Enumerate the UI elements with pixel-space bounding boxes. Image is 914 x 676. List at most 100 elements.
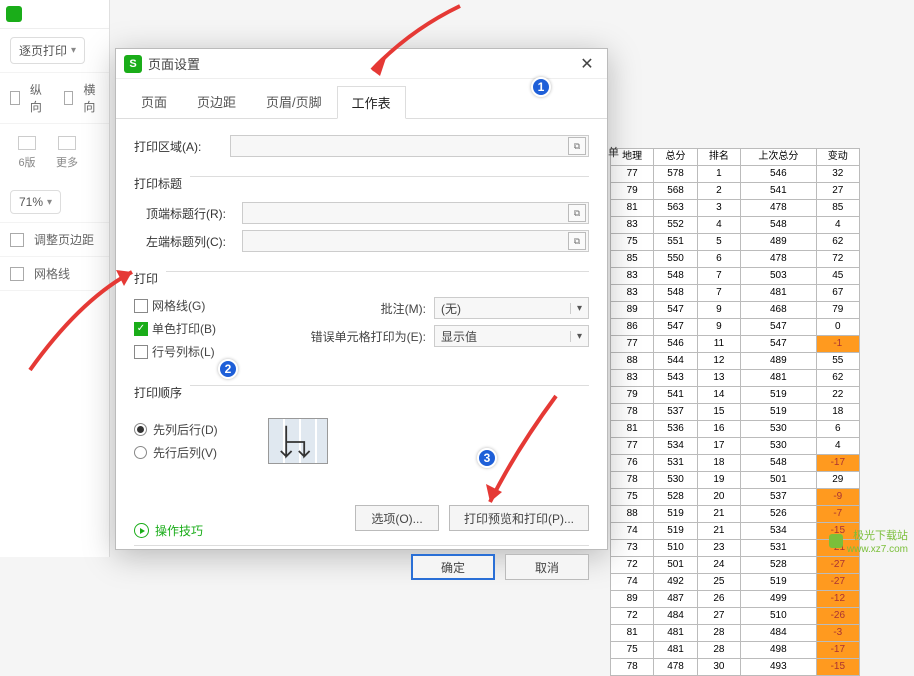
table-cell: 526 bbox=[741, 506, 817, 523]
table-cell: 15 bbox=[697, 404, 740, 421]
table-row: 785371551918 bbox=[611, 404, 860, 421]
tab-margins[interactable]: 页边距 bbox=[182, 85, 251, 118]
table-cell: 6 bbox=[816, 421, 859, 438]
tab-sheet[interactable]: 工作表 bbox=[337, 86, 406, 119]
annotation-arrow-2 bbox=[20, 160, 190, 380]
table-cell: 510 bbox=[654, 540, 697, 557]
portrait-icon[interactable] bbox=[10, 91, 20, 105]
table-row: 785301950129 bbox=[611, 472, 860, 489]
table-header: 总分 bbox=[654, 149, 697, 166]
play-icon bbox=[134, 523, 149, 538]
table-cell: 510 bbox=[741, 608, 817, 625]
table-cell: 481 bbox=[654, 642, 697, 659]
options-button[interactable]: 选项(O)... bbox=[355, 505, 439, 531]
table-cell: 78 bbox=[611, 404, 654, 421]
print-order-preview bbox=[268, 418, 328, 464]
table-cell: 468 bbox=[741, 302, 817, 319]
radio-icon bbox=[134, 446, 147, 459]
table-row: 79568254127 bbox=[611, 183, 860, 200]
grid-icon bbox=[18, 136, 36, 150]
table-cell: 534 bbox=[741, 523, 817, 540]
errors-select[interactable]: 显示值 ▾ bbox=[434, 325, 589, 347]
comments-select[interactable]: (无) ▾ bbox=[434, 297, 589, 319]
table-cell: 530 bbox=[654, 472, 697, 489]
left-title-cols-input[interactable]: ⧉ bbox=[242, 230, 589, 252]
table-cell: 27 bbox=[697, 608, 740, 625]
table-cell: 528 bbox=[741, 557, 817, 574]
chevron-down-icon: ▾ bbox=[71, 45, 76, 56]
table-cell: 74 bbox=[611, 523, 654, 540]
table-cell: -7 bbox=[816, 506, 859, 523]
table-cell: 481 bbox=[741, 285, 817, 302]
page-print-dropdown[interactable]: 逐页打印 ▾ bbox=[10, 37, 85, 64]
orientation-portrait-label: 纵向 bbox=[30, 81, 46, 115]
tab-page[interactable]: 页面 bbox=[126, 85, 182, 118]
radio-down-then-over[interactable]: 先列后行(D) bbox=[134, 421, 218, 438]
table-cell: 79 bbox=[611, 183, 654, 200]
table-cell: 77 bbox=[611, 166, 654, 183]
close-button[interactable]: ✕ bbox=[575, 52, 599, 76]
table-cell: 75 bbox=[611, 642, 654, 659]
table-cell: 22 bbox=[816, 387, 859, 404]
table-cell: 519 bbox=[654, 506, 697, 523]
table-cell: 499 bbox=[741, 591, 817, 608]
annotation-arrow-1 bbox=[300, 0, 500, 90]
table-row: 7548128498-17 bbox=[611, 642, 860, 659]
radio-over-then-down[interactable]: 先行后列(V) bbox=[134, 444, 218, 461]
table-row: 885441248955 bbox=[611, 353, 860, 370]
range-picker-icon[interactable]: ⧉ bbox=[568, 204, 586, 222]
tips-link[interactable]: 操作技巧 bbox=[134, 522, 203, 539]
table-cell: 9 bbox=[697, 302, 740, 319]
table-cell: 478 bbox=[741, 251, 817, 268]
table-row: 7451921534-15 bbox=[611, 523, 860, 540]
table-cell: 83 bbox=[611, 217, 654, 234]
ok-button[interactable]: 确定 bbox=[411, 554, 495, 580]
table-cell: -26 bbox=[816, 608, 859, 625]
table-cell: 28 bbox=[697, 642, 740, 659]
watermark-logo-icon bbox=[829, 534, 843, 548]
table-cell: 86 bbox=[611, 319, 654, 336]
table-cell: 547 bbox=[654, 319, 697, 336]
print-order-label: 打印顺序 bbox=[134, 384, 182, 401]
table-cell: 478 bbox=[741, 200, 817, 217]
watermark: 极光下载站 www.xz7.com bbox=[829, 527, 908, 555]
table-cell: 89 bbox=[611, 302, 654, 319]
range-picker-icon[interactable]: ⧉ bbox=[568, 137, 586, 155]
annotation-badge-2: 2 bbox=[218, 359, 238, 379]
chevron-down-icon: ▾ bbox=[570, 331, 582, 342]
table-cell: 72 bbox=[611, 557, 654, 574]
table-cell: 543 bbox=[654, 370, 697, 387]
annotation-badge-3: 3 bbox=[477, 448, 497, 468]
table-cell: 541 bbox=[741, 183, 817, 200]
table-cell: 75 bbox=[611, 234, 654, 251]
table-cell: 531 bbox=[741, 540, 817, 557]
table-cell: 55 bbox=[816, 353, 859, 370]
top-title-rows-input[interactable]: ⧉ bbox=[242, 202, 589, 224]
table-cell: 537 bbox=[654, 404, 697, 421]
table-cell: 547 bbox=[654, 302, 697, 319]
print-area-input[interactable]: ⧉ bbox=[230, 135, 589, 157]
table-cell: 20 bbox=[697, 489, 740, 506]
table-cell: 519 bbox=[741, 574, 817, 591]
table-cell: 541 bbox=[654, 387, 697, 404]
table-cell: 23 bbox=[697, 540, 740, 557]
table-header: 变动 bbox=[816, 149, 859, 166]
table-cell: 67 bbox=[816, 285, 859, 302]
table-cell: 478 bbox=[654, 659, 697, 676]
table-cell: 552 bbox=[654, 217, 697, 234]
table-row: 75551548962 bbox=[611, 234, 860, 251]
errors-label: 错误单元格打印为(E): bbox=[304, 328, 434, 345]
table-row: 7552820537-9 bbox=[611, 489, 860, 506]
table-cell: 19 bbox=[697, 472, 740, 489]
table-cell: 88 bbox=[611, 353, 654, 370]
table-cell: 30 bbox=[697, 659, 740, 676]
table-cell: 547 bbox=[741, 336, 817, 353]
table-cell: 501 bbox=[741, 472, 817, 489]
range-picker-icon[interactable]: ⧉ bbox=[568, 232, 586, 250]
table-cell: 77 bbox=[611, 438, 654, 455]
cancel-button[interactable]: 取消 bbox=[505, 554, 589, 580]
table-cell: 29 bbox=[816, 472, 859, 489]
landscape-icon[interactable] bbox=[64, 91, 74, 105]
annotation-badge-1: 1 bbox=[531, 77, 551, 97]
table-cell: -17 bbox=[816, 642, 859, 659]
